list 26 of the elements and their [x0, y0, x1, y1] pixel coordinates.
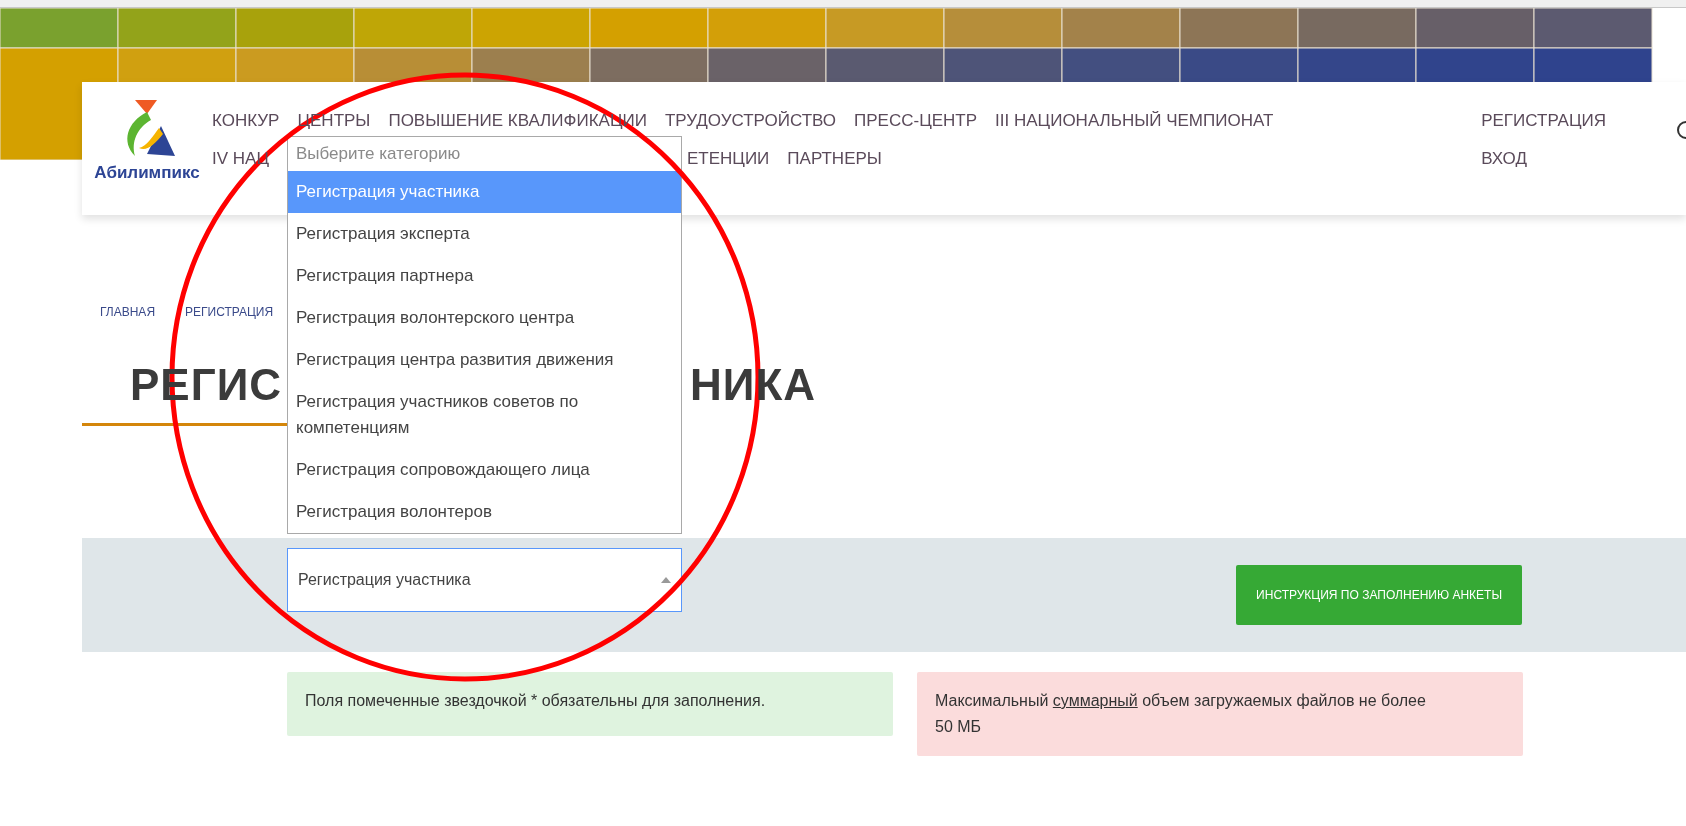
search-icon[interactable]: [1676, 120, 1686, 140]
caret-icon: [661, 577, 671, 583]
nav-link[interactable]: ПРЕСС-ЦЕНТР: [854, 110, 978, 132]
category-select[interactable]: Регистрация участника: [287, 548, 682, 612]
alert-link[interactable]: суммарный: [1052, 692, 1138, 709]
breadcrumb-link[interactable]: ГЛАВНАЯ: [100, 303, 156, 321]
dropdown-option[interactable]: Регистрация партнера: [288, 255, 681, 297]
nav-link[interactable]: ТРУДОУСТРОЙСТВО: [664, 110, 837, 132]
nav-link[interactable]: III НАЦИОНАЛЬНЫЙ ЧЕМПИОНАТ: [995, 110, 1274, 132]
dropdown-option[interactable]: Регистрация сопровождающего лица: [288, 449, 681, 491]
select-value: Регистрация участника: [298, 570, 471, 590]
dropdown-option[interactable]: Регистрация волонтеров: [288, 491, 681, 533]
auth-link[interactable]: РЕГИСТРАЦИЯ: [1481, 110, 1606, 132]
dropdown-option[interactable]: Регистрация центра развития движения: [288, 339, 681, 381]
alert-message: Поля помеченные звездочкой * обязательны для заполнения.: [287, 672, 893, 736]
nav-link[interactable]: ПАРТНЕРЫ: [787, 148, 882, 170]
nav-link[interactable]: ЕТЕНЦИИ: [687, 148, 770, 170]
auth-link[interactable]: ВХОД: [1481, 148, 1606, 170]
dropdown-option[interactable]: Регистрация участников советов по компетенциям: [288, 381, 681, 449]
nav-link[interactable]: КОНКУР: [212, 110, 280, 132]
dropdown-option[interactable]: Регистрация волонтерского центра: [288, 297, 681, 339]
dropdown-option: Выберите категорию: [288, 137, 681, 171]
logo-text: Абилимпикс: [94, 164, 200, 181]
breadcrumb-link[interactable]: РЕГИСТРАЦИЯ: [185, 303, 274, 321]
dropdown-option[interactable]: Регистрация эксперта: [288, 213, 681, 255]
alert-message: Максимальный суммарный объем загружаемых файлов не более 50 МБ: [917, 672, 1523, 756]
